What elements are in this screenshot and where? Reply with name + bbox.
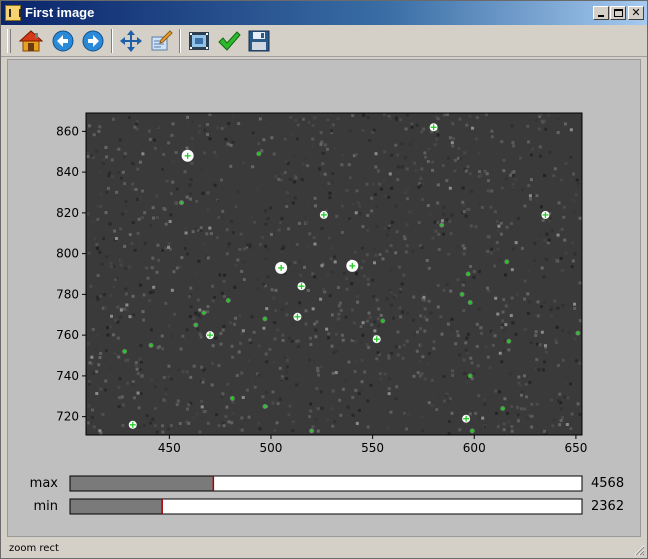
maximize-button[interactable] xyxy=(610,6,626,20)
floppy-disk-icon xyxy=(248,30,270,52)
y-tick-label: 860 xyxy=(56,124,79,138)
home-button[interactable] xyxy=(19,29,43,53)
checkmark-icon xyxy=(218,31,241,51)
slider-value-min: 2362 xyxy=(591,499,624,514)
status-bar: zoom rect xyxy=(1,539,647,558)
move-icon xyxy=(120,30,142,52)
pan-button[interactable] xyxy=(119,29,143,53)
title-bar[interactable]: First image ✕ xyxy=(1,1,647,25)
edit-icon xyxy=(151,30,173,51)
toolbar-separator xyxy=(111,29,113,53)
forward-button[interactable] xyxy=(81,29,105,53)
slider-fill-min xyxy=(70,499,163,514)
slider-label-max: max xyxy=(30,476,59,491)
figure-canvas[interactable]: 450 500 550 600 650 720 740 760 780 800 820 840 860 m… xyxy=(7,59,641,537)
minimize-button[interactable] xyxy=(593,6,609,20)
y-tick-label: 840 xyxy=(56,165,79,179)
y-tick-label: 720 xyxy=(56,410,79,424)
home-icon xyxy=(19,30,43,52)
plot-window: First image ✕ 450 500 550 600 650 720 74… xyxy=(0,0,648,559)
y-tick-label: 820 xyxy=(56,206,79,220)
toolbar-separator xyxy=(179,29,181,53)
y-tick-label: 800 xyxy=(56,247,79,261)
configure-button[interactable] xyxy=(149,29,173,53)
slider-fill-max xyxy=(70,476,214,491)
arrow-left-icon xyxy=(52,30,74,52)
image-plot[interactable]: 450 500 550 600 650 720 740 760 780 800 820 840 860 m… xyxy=(8,60,642,538)
x-tick-label: 600 xyxy=(463,441,486,455)
close-button[interactable]: ✕ xyxy=(628,6,644,20)
x-tick-label: 650 xyxy=(564,441,587,455)
arrow-right-icon xyxy=(82,30,104,52)
slider-label-min: min xyxy=(33,499,58,514)
x-tick-label: 450 xyxy=(158,441,181,455)
view-button[interactable] xyxy=(187,29,211,53)
back-button[interactable] xyxy=(51,29,75,53)
resize-grip-icon[interactable] xyxy=(633,544,645,556)
x-tick-label: 500 xyxy=(260,441,283,455)
save-button[interactable] xyxy=(247,29,271,53)
slider-value-max: 4568 xyxy=(591,476,624,491)
toolbar xyxy=(1,25,647,57)
app-icon xyxy=(5,5,21,21)
status-text: zoom rect xyxy=(9,543,59,554)
x-tick-label: 550 xyxy=(361,441,384,455)
y-tick-label: 740 xyxy=(56,369,79,383)
window-title: First image xyxy=(25,5,95,20)
accept-button[interactable] xyxy=(217,29,241,53)
filmstrip-icon xyxy=(189,32,209,50)
y-tick-label: 780 xyxy=(56,287,79,301)
image-background xyxy=(86,113,582,435)
toolbar-grip[interactable] xyxy=(7,29,11,53)
y-tick-label: 760 xyxy=(56,328,79,342)
